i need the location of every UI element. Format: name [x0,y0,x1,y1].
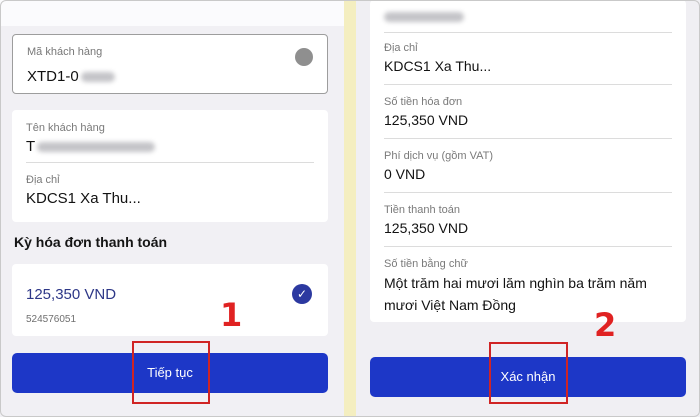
redacted-blur [384,12,464,22]
divider [26,162,314,163]
service-fee-value: 0 VND [384,166,426,182]
step-number-2: 2 [594,306,617,344]
customer-name-value: T [26,138,156,155]
bill-id: 524576051 [26,314,77,325]
step-number-1: 1 [220,296,243,334]
divider [384,84,672,85]
billing-period-title: Kỳ hóa đơn thanh toán [14,234,168,250]
payment-detail-card: Địa chỉ KDCS1 Xa Thu... Số tiền hóa đơn … [370,0,686,322]
service-fee-label: Phí dịch vụ (gồm VAT) [384,150,494,162]
check-icon[interactable]: ✓ [292,284,312,304]
divider [384,246,672,247]
right-screen: Địa chỉ KDCS1 Xa Thu... Số tiền hóa đơn … [356,0,700,417]
customer-info-card: Tên khách hàng T Địa chỉ KDCS1 Xa Thu... [12,110,328,222]
top-strip [0,0,344,26]
address-label: Địa chỉ [26,174,60,186]
invoice-amount-label: Số tiền hóa đơn [384,96,463,108]
confirm-button[interactable]: Xác nhận [370,357,686,397]
payment-amount-value: 125,350 VND [384,220,469,236]
amount-in-words-label: Số tiền bằng chữ [384,258,468,270]
divider [384,32,672,33]
redacted-blur [37,142,156,153]
customer-name-label: Tên khách hàng [26,122,105,134]
bill-amount: 125,350 VND [26,286,117,303]
address-value: KDCS1 Xa Thu... [384,58,492,74]
amount-in-words-value: Một trăm hai mươi lăm nghìn ba trăm năm … [384,275,647,313]
bill-item[interactable]: 125,350 VND 524576051 ✓ [12,264,328,336]
divider [384,192,672,193]
redacted-blur [80,72,115,83]
divider [384,138,672,139]
clear-icon[interactable] [295,48,313,66]
address-label: Địa chỉ [384,42,418,54]
left-screen: Mã khách hàng XTD1-0 Tên khách hàng T Đị… [0,0,344,417]
payment-amount-label: Tiền thanh toán [384,204,461,216]
continue-button[interactable]: Tiếp tục [12,353,328,393]
invoice-amount-value: 125,350 VND [384,112,469,128]
customer-code-value: XTD1-0 [27,68,115,85]
address-value: KDCS1 Xa Thu... [26,190,141,207]
customer-code-label: Mã khách hàng [27,46,103,58]
customer-code-field[interactable]: Mã khách hàng XTD1-0 [12,34,328,94]
